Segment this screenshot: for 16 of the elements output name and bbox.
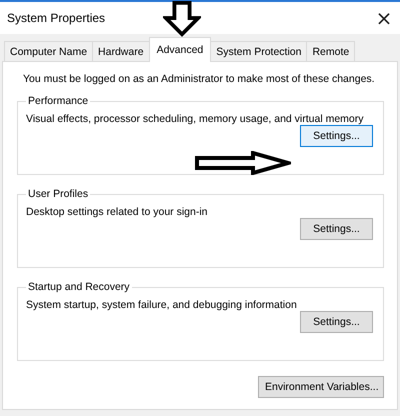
tab[interactable]: Remote [306, 41, 356, 61]
settings-button[interactable]: Settings... [300, 125, 373, 147]
tab[interactable]: Advanced [148, 37, 212, 62]
close-button[interactable]: × [370, 4, 398, 32]
tab[interactable]: Computer Name [4, 41, 94, 61]
group-title: Performance [27, 95, 90, 107]
group-description: System startup, system failure, and debugging information [26, 299, 298, 311]
settings-button[interactable]: Settings... [300, 218, 373, 240]
group-description: Desktop settings related to your sign-in [26, 206, 209, 218]
environment-variables-button[interactable]: Environment Variables... [258, 376, 384, 398]
group-title: User Profiles [27, 188, 90, 200]
group-title: Startup and Recovery [27, 281, 131, 293]
notice-text: You must be logged on as an Administrator to make most of these changes. [23, 73, 376, 85]
settings-button[interactable]: Settings... [300, 311, 373, 333]
window-title: System Properties [7, 11, 106, 25]
group-description: Visual effects, processor scheduling, memory usage, and virtual memory [26, 113, 365, 125]
